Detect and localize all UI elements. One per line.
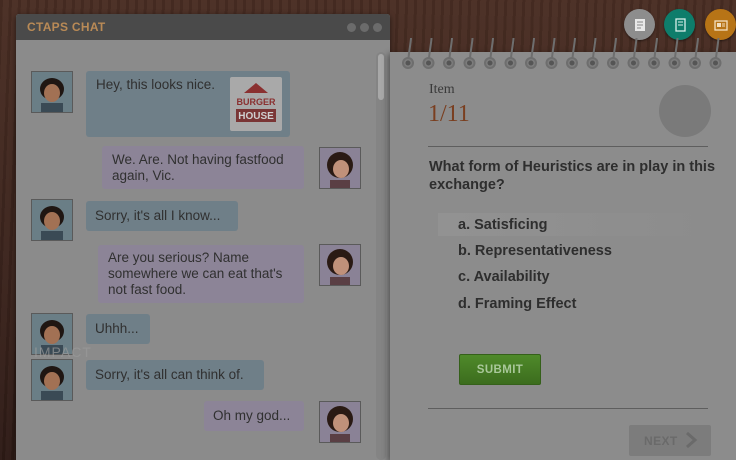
close-button[interactable] <box>373 23 382 32</box>
window-controls <box>347 23 382 32</box>
item-counter: 1/11 <box>428 101 470 127</box>
burger-house-logo: BURGER HOUSE <box>230 77 282 131</box>
option-b[interactable]: b. Representativeness <box>458 243 612 259</box>
message-line: somewhere we can eat that's <box>108 266 283 281</box>
message-line: Are you serious? Name <box>108 250 250 265</box>
chevron-right-icon <box>686 432 698 448</box>
divider <box>428 146 708 147</box>
notepad-spiral-binding <box>402 37 722 69</box>
message-bubble: Sorry, it's all can think of. <box>86 360 264 390</box>
logo-top-text: BURGER <box>236 97 276 107</box>
chat-scroll-thumb[interactable] <box>378 54 384 100</box>
avatar-vic <box>31 71 73 113</box>
minimize-button[interactable] <box>347 23 356 32</box>
message-line: again, Vic. <box>112 168 175 183</box>
message-bubble: We. Are. Not having fastfood again, Vic. <box>102 146 304 189</box>
message-text: Sorry, it's all can think of. <box>95 367 244 382</box>
message-text: Uhhh... <box>95 321 139 336</box>
message-text: Oh my god... <box>213 408 291 423</box>
message-bubble: Oh my god... <box>204 401 304 431</box>
progress-circle <box>659 85 711 137</box>
logo-bottom-text: HOUSE <box>238 111 274 122</box>
message-line: We. Are. Not having fastfood <box>112 152 284 167</box>
avatar-vic <box>31 359 73 401</box>
avatar-friend <box>319 244 361 286</box>
option-c[interactable]: c. Availability <box>458 269 550 285</box>
message-bubble: Sorry, it's all I know... <box>86 201 238 231</box>
question-text: What form of Heuristics are in play in t… <box>429 159 716 193</box>
item-label: Item <box>429 82 455 97</box>
avatar-friend <box>319 147 361 189</box>
chat-header: CTAPS CHAT <box>16 14 390 40</box>
next-label: NEXT <box>644 433 678 448</box>
next-button[interactable]: NEXT <box>629 425 711 456</box>
option-d[interactable]: d. Framing Effect <box>458 296 576 312</box>
impact-watermark: IMPACT <box>34 344 92 360</box>
chat-scrollbar[interactable] <box>376 52 386 460</box>
avatar-friend <box>319 401 361 443</box>
message-line: not fast food. <box>108 282 187 297</box>
submit-button[interactable]: SUBMIT <box>459 354 541 385</box>
message-text: Sorry, it's all I know... <box>95 208 221 223</box>
maximize-button[interactable] <box>360 23 369 32</box>
chat-title: CTAPS CHAT <box>27 20 106 34</box>
message-bubble: Are you serious? Name somewhere we can e… <box>98 245 304 303</box>
avatar-vic <box>31 199 73 241</box>
divider <box>428 408 708 409</box>
message-bubble: Uhhh... <box>86 314 150 344</box>
option-a[interactable]: a. Satisficing <box>458 217 547 233</box>
